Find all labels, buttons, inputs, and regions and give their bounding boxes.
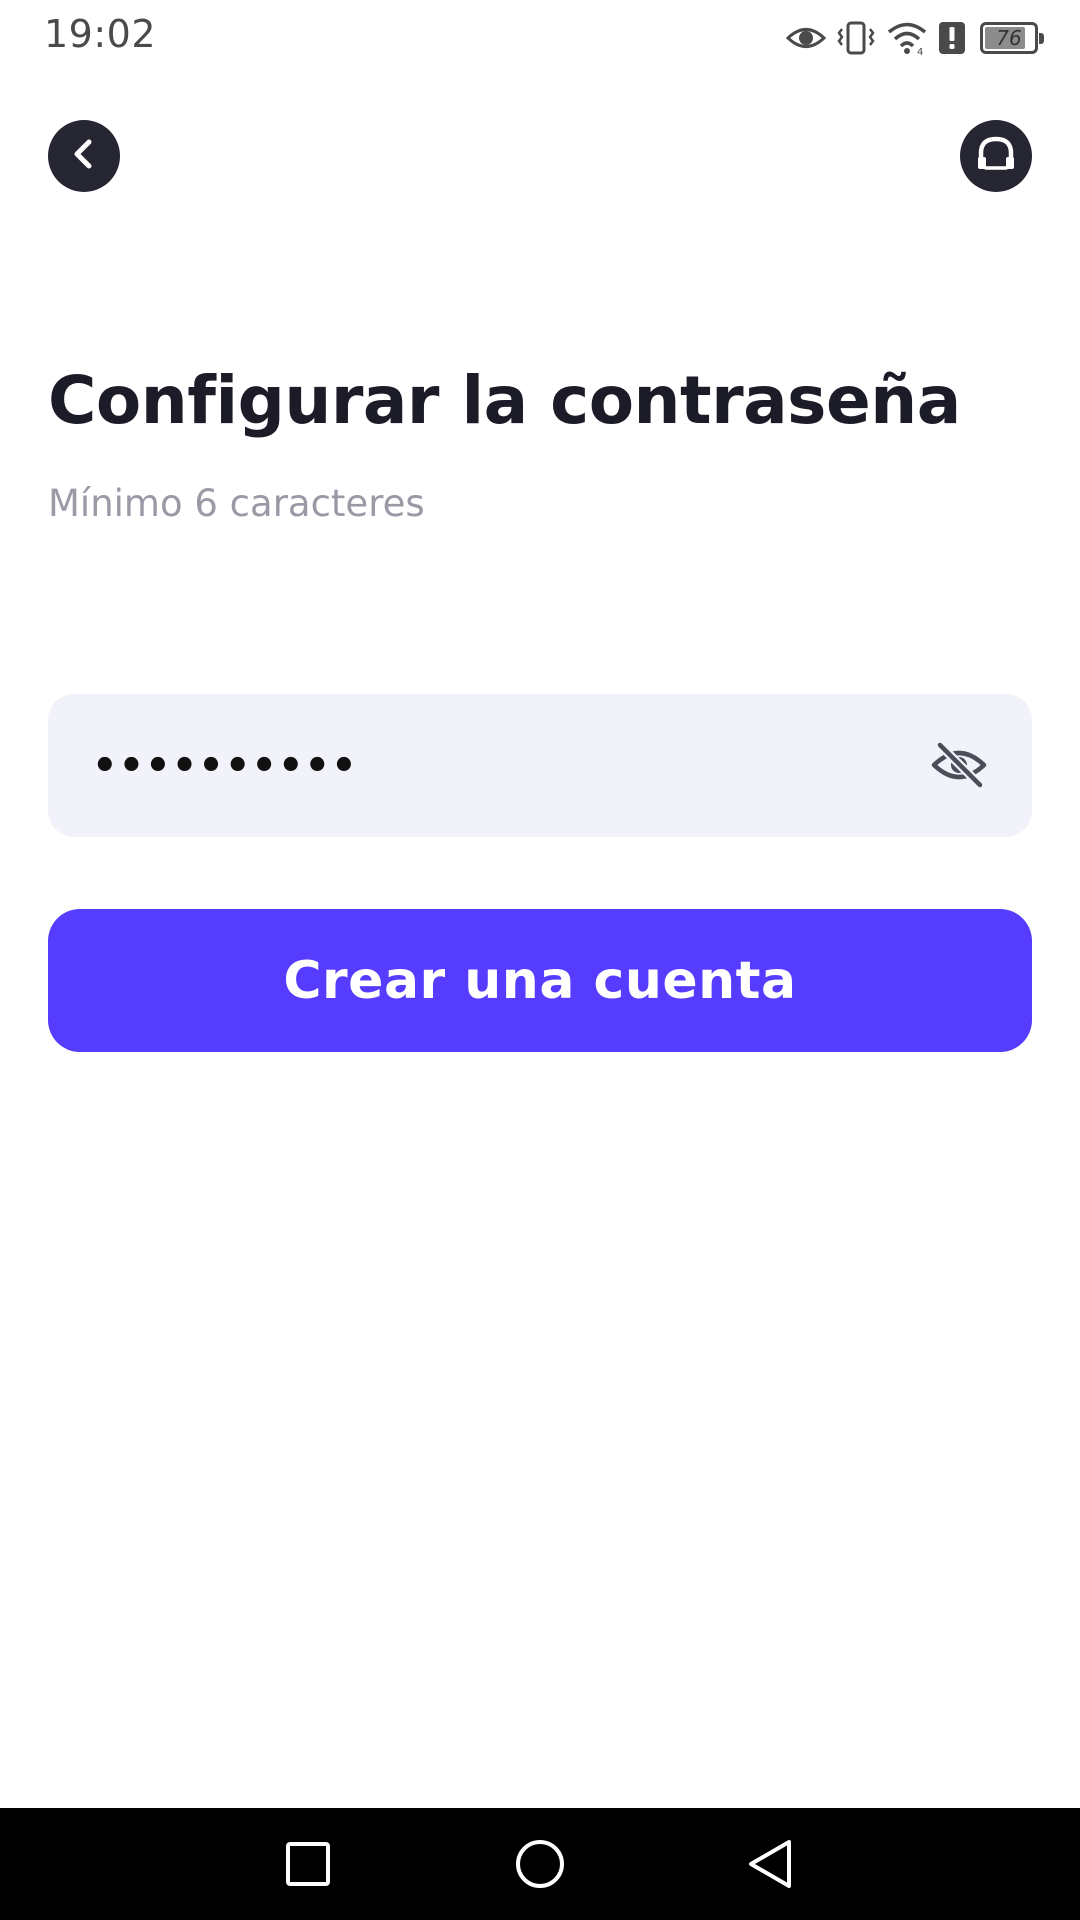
vibrate-icon — [836, 21, 876, 55]
create-account-button[interactable]: Crear una cuenta — [48, 909, 1032, 1052]
navigation-bar — [0, 1808, 1080, 1920]
chevron-left-icon — [66, 136, 102, 176]
back-button[interactable] — [48, 120, 120, 192]
page-subtitle: Mínimo 6 caracteres — [48, 482, 425, 525]
home-icon — [514, 1838, 566, 1894]
page-title: Configurar la contraseña — [48, 362, 961, 439]
password-field[interactable]: •••••••••• — [48, 694, 1032, 837]
svg-text:4: 4 — [917, 47, 923, 55]
password-visibility-toggle[interactable] — [930, 738, 988, 796]
screen: 19:02 4 76 Configurar la contraseña Míni… — [0, 0, 1080, 1920]
eye-off-icon — [930, 740, 988, 793]
status-time: 19:02 — [44, 12, 157, 56]
status-icons: 4 76 — [786, 16, 1044, 60]
create-account-label: Crear una cuenta — [283, 950, 797, 1011]
back-triangle-icon — [745, 1838, 795, 1894]
eye-icon — [786, 23, 826, 53]
status-bar: 19:02 4 76 — [0, 0, 1080, 76]
system-back-button[interactable] — [740, 1836, 800, 1896]
alert-icon — [938, 21, 966, 55]
battery-level: 76 — [996, 26, 1022, 50]
password-value: •••••••••• — [92, 742, 358, 789]
recents-button[interactable] — [278, 1836, 338, 1896]
recents-icon — [284, 1840, 332, 1892]
battery-icon: 76 — [980, 22, 1044, 54]
wifi-icon: 4 — [886, 21, 928, 55]
home-button[interactable] — [510, 1836, 570, 1896]
headset-icon — [973, 131, 1019, 181]
support-button[interactable] — [960, 120, 1032, 192]
